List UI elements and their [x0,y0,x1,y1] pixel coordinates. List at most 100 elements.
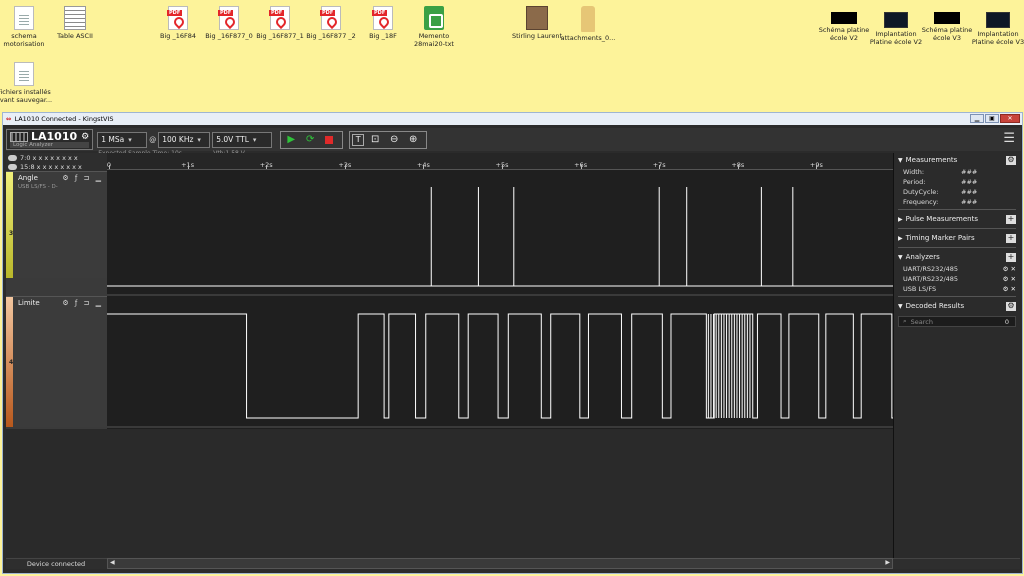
add-icon[interactable]: + [1006,233,1016,243]
search-icon: ⌕ [903,317,907,325]
gear-icon[interactable]: ⚙ [81,132,89,142]
desktop-icon-attachments[interactable]: attachments_0... [556,6,620,42]
channel-settings-icons[interactable]: ⚙ ƒ ⊐ ▁ [62,174,103,182]
ruler-tick-mark [580,165,582,169]
zoom-in-icon[interactable]: ⊕ [405,132,421,148]
image-thumbnail-icon [884,12,908,28]
analyzer-item[interactable]: UART/RS232/485 ⚙ ✕ [894,274,1020,284]
channel-group-row[interactable]: 15:8 x x x x x x x x [6,162,107,171]
image-thumbnail-icon [986,12,1010,28]
channel-angle[interactable]: 3 Angle USB LS/FS - D- ⚙ ƒ ⊐ ▁ [6,171,107,278]
device-name: LA1010 [31,130,78,143]
channel-name[interactable]: Angle [18,174,38,182]
document-icon [14,6,34,30]
status-text: Device connected [26,560,86,568]
voltage-value: 5.0V TTL [216,135,249,144]
document-icon [14,62,34,86]
gear-icon[interactable]: ⚙ [1006,155,1016,165]
toggle-icon[interactable] [8,154,17,161]
scroll-left-icon[interactable]: ◀ [110,559,115,566]
title-bar[interactable]: ⇔ LA1010 Connected - KingstVIS ▁ ▣ ✕ [3,113,1022,125]
desktop-icon-fichiers-installes[interactable]: Fichiers installés avant sauvegar... [0,62,56,104]
spreadsheet-icon [64,6,86,30]
menu-icon[interactable]: ☰ [1003,131,1015,146]
add-icon[interactable]: + [1006,214,1016,224]
voltage-select[interactable]: 5.0V TTL Vth:1.58 V [212,131,273,157]
time-ruler[interactable]: 0+1s+2s+3s+4s+5s+6s+7s+8s+9s [107,153,893,170]
waveform-angle [107,187,893,287]
measurement-frequency: Frequency: ### [903,198,978,206]
image-thumbnail-icon [831,12,857,24]
restore-button[interactable]: ▣ [985,114,999,123]
measurements-header[interactable]: ▼ Measurements ⚙ [894,153,1020,167]
pdf-icon: PDF [167,6,188,30]
channel-limite[interactable]: 4 Limite ⚙ ƒ ⊐ ▁ [6,296,107,427]
toggle-icon[interactable] [8,163,17,170]
desktop-icon-implantation-v3[interactable]: Implantation Platine école V3 [966,12,1024,46]
pdf-icon: PDF [269,6,290,30]
channel-color-bar [6,172,13,278]
analyzer-icon [10,131,28,142]
channel-analyzer-label: USB LS/FS - D- [18,184,58,190]
sample-rate-select[interactable]: 100 KHz [158,131,211,148]
right-panel: ▼ Measurements ⚙ Width: ### Period: ### Du… [893,153,1020,558]
measurement-dutycycle: DutyCycle: ### [903,188,978,196]
device-subtitle: Logic Analyzer [10,142,90,148]
archive-icon [526,6,548,30]
sample-rate-value: 100 KHz [162,135,194,144]
collapse-icon[interactable]: ▼ [898,303,903,310]
notepad-icon [424,6,444,30]
analyzer-settings-icon[interactable]: ⚙ ✕ [1003,275,1016,283]
image-thumbnail-icon [934,12,960,24]
timing-marker-header[interactable]: ▶ Timing Marker Pairs + [894,231,1020,245]
desktop-icon-table-ascii[interactable]: Table ASCII [43,6,107,40]
kingstvis-window: ⇔ LA1010 Connected - KingstVIS ▁ ▣ ✕ LA1… [2,112,1023,574]
analyzer-item[interactable]: UART/RS232/485 ⚙ ✕ [894,264,1020,274]
folder-zip-icon [581,6,595,32]
ruler-tick-mark [423,165,425,169]
ruler-tick-mark [109,165,110,169]
loop-icon[interactable]: ⟳ [302,132,318,148]
sample-depth-value: 1 MSa [101,135,125,144]
expand-icon[interactable]: ▶ [898,216,903,223]
decoded-results-header[interactable]: ▼ Decoded Results ⚙ [894,299,1020,313]
channel-group-row[interactable]: 7:0 x x x x x x x x [6,153,107,162]
measurement-width: Width: ### [903,168,978,176]
analyzer-settings-icon[interactable]: ⚙ ✕ [1003,265,1016,273]
ruler-tick-mark [344,165,346,169]
play-icon[interactable]: ▶ [283,132,299,148]
expand-icon[interactable]: ▶ [898,235,903,242]
horizontal-scrollbar[interactable]: ◀ ▶ [107,558,893,569]
window-title: LA1010 Connected - KingstVIS [14,115,114,123]
analyzer-settings-icon[interactable]: ⚙ ✕ [1003,285,1016,293]
gear-icon[interactable]: ⚙ [1006,301,1016,311]
channel-name[interactable]: Limite [18,299,40,307]
pdf-icon: PDF [372,6,393,30]
channel-settings-icons[interactable]: ⚙ ƒ ⊐ ▁ [62,299,103,307]
search-input[interactable]: ⌕ Search 0 [898,316,1016,327]
search-result-count: 0 [1004,317,1009,326]
sample-depth-select[interactable]: 1 MSa Expected Sample Time: 10s [97,131,182,157]
ruler-tick-mark [737,165,739,169]
collapse-icon[interactable]: ▼ [898,157,903,164]
stop-icon[interactable] [321,132,337,148]
desktop-icon-memento[interactable]: Memento 28mai20-txt [402,6,466,48]
device-selector[interactable]: LA1010 ⚙ Logic Analyzer [6,129,94,150]
analyzers-header[interactable]: ▼ Analyzers + [894,250,1020,264]
pdf-icon: PDF [320,6,341,30]
ruler-tick-mark [266,165,268,169]
minimize-button[interactable]: ▁ [970,114,984,123]
zoom-fit-icon[interactable]: ⊡ [367,132,383,148]
scroll-right-icon[interactable]: ▶ [885,559,890,566]
close-button[interactable]: ✕ [1000,114,1020,123]
collapse-icon[interactable]: ▼ [898,254,903,261]
pdf-icon: PDF [218,6,239,30]
channel-number: 3 [9,230,14,237]
pulse-measurements-header[interactable]: ▶ Pulse Measurements + [894,212,1020,226]
cursor-icon[interactable]: T [352,133,365,146]
analyzer-item[interactable]: USB LS/FS ⚙ ✕ [894,284,1020,294]
add-icon[interactable]: + [1006,252,1016,262]
zoom-out-icon[interactable]: ⊖ [386,132,402,148]
ruler-tick-mark [187,165,189,169]
app-logo-icon: ⇔ [6,115,12,123]
